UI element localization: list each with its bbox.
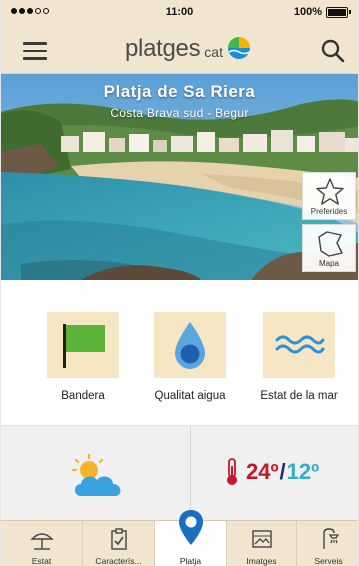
battery-percent: 100% <box>293 6 322 18</box>
clipboard-check-icon <box>110 528 127 550</box>
tab-imatges-label: Imatges <box>246 556 277 566</box>
thermometer-icon <box>227 458 237 485</box>
water-drop-icon <box>175 322 205 369</box>
app-logo: platges cat <box>125 35 252 63</box>
flag-label: Bandera <box>61 390 105 402</box>
sea-state-label: Estat de la mar <box>260 390 338 402</box>
tab-platja[interactable]: Platja <box>155 510 227 566</box>
sea-state-tile <box>263 312 335 378</box>
map-icon <box>318 231 343 257</box>
temperature-readout: 24º / 12º <box>225 458 319 486</box>
umbrella-icon <box>29 533 54 550</box>
min-temperature: 12º <box>286 459 320 484</box>
logo-suffix: cat <box>204 44 223 60</box>
shower-icon <box>322 528 339 549</box>
flag-feature[interactable]: Bandera <box>35 312 131 402</box>
beach-hero-image: Platja de Sa Riera Costa Brava sud - Beg… <box>1 74 358 280</box>
hamburger-icon[interactable] <box>23 42 47 60</box>
water-quality-label: Qualitat aigua <box>154 390 226 402</box>
sea-state-feature[interactable]: Estat de la mar <box>251 312 347 402</box>
logo-word: platges <box>125 35 201 62</box>
status-bar: 11:00 100% <box>1 0 358 26</box>
favorites-button[interactable]: Preferides <box>302 172 356 220</box>
waves-icon <box>275 335 325 354</box>
beach-status-features: Bandera Qualitat aigua Estat de la mar <box>1 280 358 425</box>
top-nav-bar: platges cat <box>1 26 358 74</box>
beach-location: Costa Brava sud - Begur <box>110 106 249 120</box>
bottom-tab-bar: Estat Caracterís... Platja Imatges Serve… <box>1 510 358 566</box>
weather-panel: 24º / 12º <box>1 425 358 521</box>
partly-cloudy-icon <box>67 453 129 505</box>
water-quality-tile <box>154 312 226 378</box>
beach-name: Platja de Sa Riera <box>103 82 256 101</box>
tab-serveis[interactable]: Serveis <box>297 521 358 566</box>
tab-caracteristiques[interactable]: Caracterís... <box>83 521 155 566</box>
map-button[interactable]: Mapa <box>302 224 356 272</box>
image-icon <box>251 530 272 548</box>
tab-estat-label: Estat <box>31 556 52 566</box>
tab-platja-label: Platja <box>179 556 202 566</box>
star-icon <box>316 178 344 205</box>
tab-caracteristiques-label: Caracterís... <box>95 556 142 566</box>
location-pin-icon <box>178 510 203 545</box>
logo-wave-icon <box>227 37 251 59</box>
favorites-label: Preferides <box>310 207 348 216</box>
search-icon[interactable] <box>320 38 346 64</box>
app-screen: 11:00 100% platges cat Platja de Sa Rier… <box>0 0 359 566</box>
battery-icon <box>326 7 351 18</box>
water-quality-feature[interactable]: Qualitat aigua <box>142 312 238 402</box>
temperature-separator: / <box>279 459 286 484</box>
map-label: Mapa <box>318 259 339 268</box>
tab-imatges[interactable]: Imatges <box>227 521 297 566</box>
weather-divider <box>190 426 191 521</box>
max-temperature: 24º <box>246 459 279 484</box>
tab-serveis-label: Serveis <box>314 556 343 566</box>
tab-estat[interactable]: Estat <box>1 521 83 566</box>
flag-icon <box>63 324 105 368</box>
flag-tile <box>47 312 119 378</box>
